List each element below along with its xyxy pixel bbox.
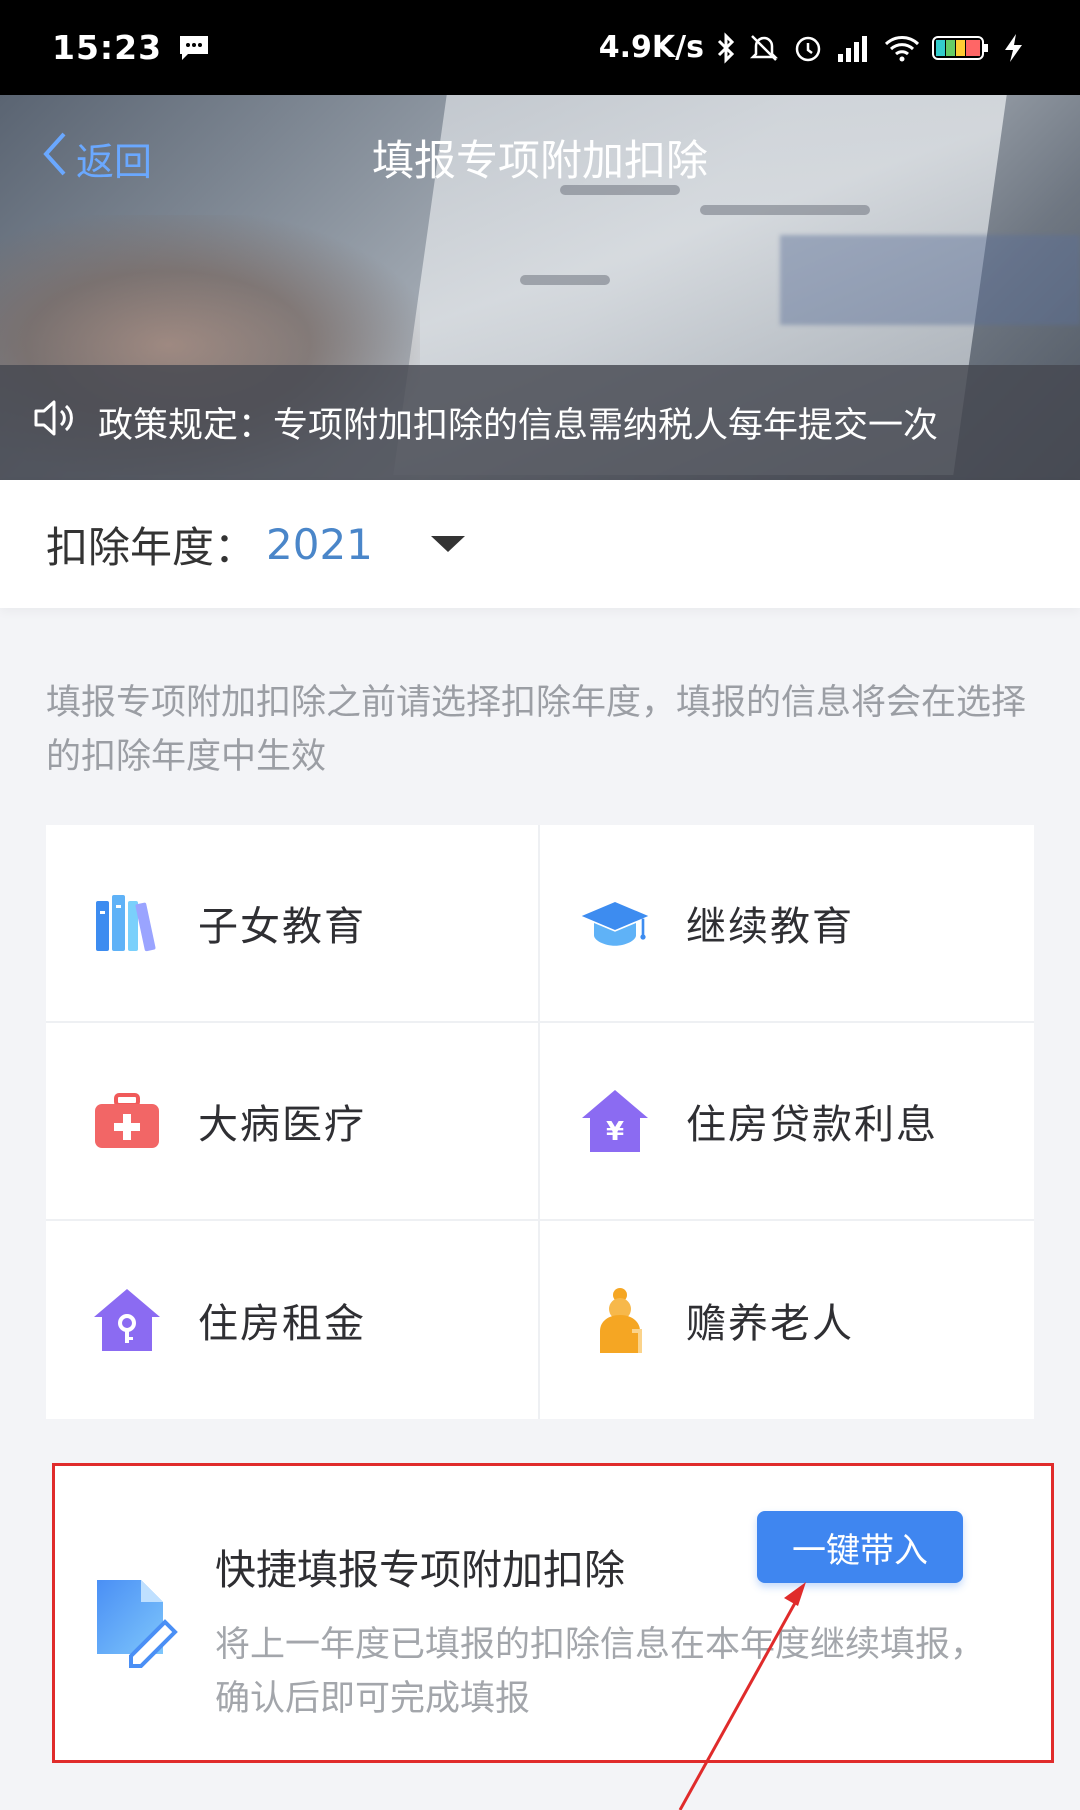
notice-text: 政策规定：专项附加扣除的信息需纳税人每年提交一次 [98,406,939,446]
category-housing-loan-interest[interactable]: ¥ 住房贷款利息 [540,1023,1034,1221]
net-speed: 4.9K/s [598,30,704,65]
category-label: 大病医疗 [198,1102,366,1148]
graduation-cap-icon [580,888,650,958]
header-banner: 返回 填报专项附加扣除 政策规定：专项附加扣除的信息需纳税人每年提交一次 [0,95,1080,480]
category-label: 住房贷款利息 [686,1102,938,1148]
page-title: 填报专项附加扣除 [371,136,708,185]
year-value: 2021 [266,519,373,569]
quick-fill-title: 快捷填报专项附加扣除 [215,1546,625,1594]
banner-background-highlight [780,235,1080,325]
category-grid: 子女教育 继续教育 大病医疗 ¥ 住房贷款利息 住房租金 赡养老人 [46,825,1034,1419]
category-housing-rent[interactable]: 住房租金 [46,1221,540,1419]
medical-kit-icon [92,1086,162,1156]
elderly-icon [580,1285,650,1355]
year-label: 扣除年度： [46,522,257,572]
charging-icon [1002,33,1028,63]
one-click-import-button[interactable]: 一键带入 [757,1511,963,1583]
caret-down-icon [430,536,465,552]
category-elderly-support[interactable]: 赡养老人 [540,1221,1034,1419]
alarm-icon [792,32,824,64]
speaker-icon [32,398,78,447]
category-children-education[interactable]: 子女教育 [46,825,540,1023]
bluetooth-icon [716,31,736,64]
house-key-icon [92,1285,162,1355]
policy-notice: 政策规定：专项附加扣除的信息需纳税人每年提交一次 [0,365,1080,480]
svg-text:¥: ¥ [606,1117,624,1147]
books-icon [92,888,162,958]
edit-document-icon [91,1578,181,1678]
banner-deco-line [520,275,610,285]
wifi-icon [884,34,920,62]
battery-icon [932,34,990,62]
year-selector[interactable]: 扣除年度： 2021 [0,480,1080,608]
status-time: 15:23 [52,28,163,67]
mute-icon [748,32,780,64]
message-icon [178,34,210,62]
category-label: 继续教育 [686,904,854,950]
category-continuing-education[interactable]: 继续教育 [540,825,1034,1023]
nav-bar: 返回 填报专项附加扣除 [0,95,1080,215]
category-label: 住房租金 [198,1301,366,1347]
year-hint: 填报专项附加扣除之前请选择扣除年度，填报的信息将会在选择的扣除年度中生效 [46,683,1027,777]
quick-fill-description: 将上一年度已填报的扣除信息在本年度继续填报，确认后即可完成填报 [215,1625,986,1719]
category-label: 赡养老人 [686,1301,854,1347]
category-serious-illness[interactable]: 大病医疗 [46,1023,540,1221]
screen: 15:23 4.9K/s 返回 填报专项附加扣除 政策规定：专项附加扣除的信息需… [0,0,1080,1810]
house-yuan-icon: ¥ [580,1086,650,1156]
signal-icon [836,34,872,62]
status-bar: 15:23 4.9K/s [0,0,1080,95]
category-label: 子女教育 [198,904,366,950]
quick-fill-card: 快捷填报专项附加扣除 将上一年度已填报的扣除信息在本年度继续填报，确认后即可完成… [52,1463,1054,1763]
